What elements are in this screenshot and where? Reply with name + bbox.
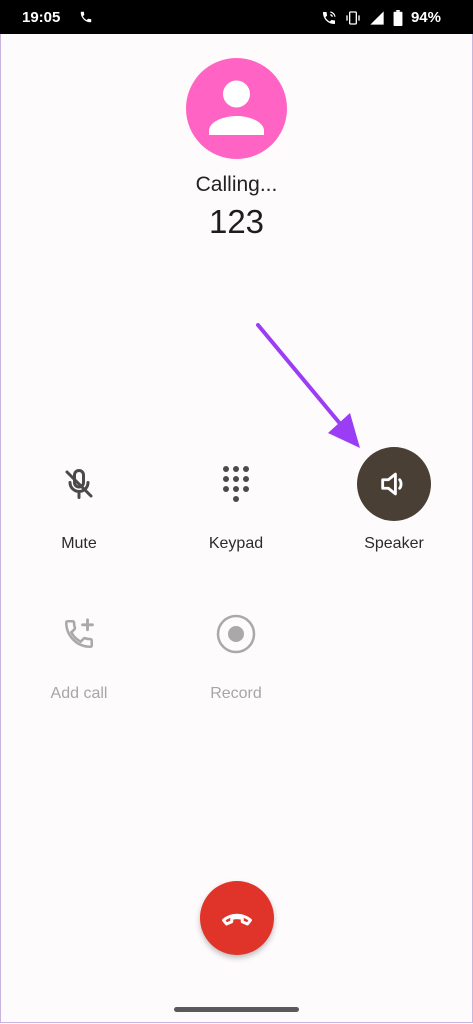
vibrate-icon: [346, 10, 360, 25]
mute-label: Mute: [61, 535, 97, 552]
record-icon: [216, 614, 256, 654]
end-call-icon: [222, 913, 252, 926]
keypad-button[interactable]: Keypad: [176, 447, 296, 553]
call-status: Calling...: [195, 173, 278, 196]
end-call-button[interactable]: [200, 881, 274, 955]
add-call-label: Add call: [50, 685, 108, 702]
add-call-icon: [64, 618, 94, 649]
person-icon: [209, 80, 264, 135]
add-call-button[interactable]: Add call: [19, 597, 139, 703]
contact-avatar: [186, 58, 287, 159]
speaker-button[interactable]: Speaker: [334, 447, 454, 553]
keypad-icon-wrap: [199, 447, 273, 521]
status-bar: 19:05 94%: [0, 0, 473, 34]
ongoing-call-icon: [80, 11, 92, 23]
mute-button[interactable]: Mute: [19, 447, 139, 553]
record-button[interactable]: Record: [176, 597, 296, 703]
mic-off-icon: [65, 468, 93, 499]
wifi-calling-icon: [322, 10, 336, 24]
signal-icon: [370, 10, 384, 25]
record-label: Record: [210, 685, 262, 702]
battery-percentage: 94%: [410, 9, 441, 26]
speaker-icon: [381, 472, 403, 496]
add-call-icon-wrap: [42, 597, 116, 671]
dialpad-icon: [223, 466, 249, 502]
status-time: 19:05: [22, 9, 61, 26]
home-indicator[interactable]: [174, 1007, 299, 1012]
call-number: 123: [208, 203, 265, 240]
speaker-icon-wrap: [357, 447, 431, 521]
keypad-label: Keypad: [208, 535, 264, 552]
speaker-label: Speaker: [364, 535, 424, 552]
mute-icon-wrap: [42, 447, 116, 521]
record-icon-wrap: [199, 597, 273, 671]
annotation-arrow: [256, 323, 360, 448]
battery-icon: [393, 9, 403, 26]
